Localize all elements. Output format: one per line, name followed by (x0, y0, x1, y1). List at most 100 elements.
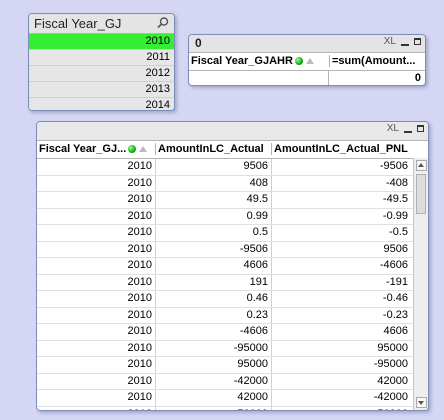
cell-amount-actual[interactable]: 9506 (155, 159, 271, 175)
cell-amount-actual-pnl[interactable]: -408 (271, 175, 411, 191)
table-row: 2010 -9506 9506 (37, 241, 428, 258)
table-row: 2010 95000 -95000 (37, 357, 428, 374)
table-row: 2010 4606 -4606 (37, 258, 428, 275)
listbox-caption[interactable]: Fiscal Year_GJ (29, 14, 174, 34)
cell-amount-actual[interactable]: 408 (155, 175, 271, 191)
cell-fiscal-year[interactable]: 2010 (37, 391, 155, 403)
cell-amount-actual-pnl[interactable]: -49.5 (271, 192, 411, 208)
listbox-item[interactable]: 2013 (29, 82, 174, 98)
cell-amount-actual-pnl[interactable]: 50000 (271, 406, 411, 410)
cell-amount-actual[interactable]: -50000 (155, 406, 271, 410)
sum-table-total-row: 0 (189, 71, 425, 85)
cell-fiscal-year[interactable]: 2010 (37, 259, 155, 271)
xl-export-button[interactable]: XL (384, 36, 396, 47)
cell-amount-actual-pnl[interactable]: 9506 (271, 241, 411, 257)
header-fiscal-year-gjahr[interactable]: Fiscal Year_GJAHR (191, 55, 326, 67)
cell-fiscal-year[interactable]: 2010 (37, 309, 155, 321)
cell-amount-actual-pnl[interactable]: -9506 (271, 159, 411, 175)
cell-fiscal-year[interactable]: 2010 (37, 292, 155, 304)
cell-amount-actual[interactable]: -9506 (155, 241, 271, 257)
cell-amount-actual[interactable]: 4606 (155, 258, 271, 274)
cell-fiscal-year[interactable]: 2010 (37, 177, 155, 189)
cell-amount-actual[interactable]: 0.5 (155, 225, 271, 241)
header-amount-actual[interactable]: AmountInLC_Actual (155, 143, 271, 155)
scroll-thumb[interactable] (416, 174, 426, 214)
sum-table-title: 0 (195, 36, 202, 50)
table-row: 2010-5000050000 (37, 406, 428, 411)
cell-amount-actual-pnl[interactable]: 42000 (271, 373, 411, 389)
cell-fiscal-year[interactable]: 2010 (37, 226, 155, 238)
table-row: 2010 0.5 -0.5 (37, 225, 428, 242)
cell-fiscal-year[interactable]: 2010 (37, 342, 155, 354)
cell-amount-actual[interactable]: 191 (155, 274, 271, 290)
cell-fiscal-year[interactable]: 2010 (37, 408, 155, 411)
sum-total-value: 0 (414, 72, 421, 84)
cell-fiscal-year[interactable]: 2010 (37, 358, 155, 370)
amount-table-header: Fiscal Year_GJ... AmountInLC_Actual Amou… (37, 141, 428, 159)
listbox-item[interactable]: 2010 (29, 34, 174, 50)
cell-amount-actual-pnl[interactable]: -95000 (271, 357, 411, 373)
table-row: 2010 0.99 -0.99 (37, 208, 428, 225)
table-row: 2010 0.23 -0.23 (37, 307, 428, 324)
minimize-icon[interactable] (404, 130, 412, 133)
xl-export-button[interactable]: XL (387, 123, 399, 134)
column-divider (328, 71, 329, 85)
cell-amount-actual-pnl[interactable]: -0.23 (271, 307, 411, 323)
cell-amount-actual[interactable]: 0.46 (155, 291, 271, 307)
table-row: 2010 -42000 42000 (37, 373, 428, 390)
scroll-down-icon[interactable] (416, 397, 427, 408)
cell-amount-actual-pnl[interactable]: -42000 (271, 390, 411, 406)
cell-amount-actual[interactable]: 95000 (155, 357, 271, 373)
header-sum-amount[interactable]: =sum(Amount... (329, 55, 425, 67)
minimize-icon[interactable] (401, 43, 409, 46)
listbox-title: Fiscal Year_GJ (34, 16, 122, 31)
maximize-icon[interactable] (414, 38, 421, 45)
header-amount-actual-pnl[interactable]: AmountInLC_Actual_PNL (271, 143, 411, 155)
table-row: 2010 408 -408 (37, 175, 428, 192)
search-dot-icon[interactable] (294, 57, 303, 66)
table-row: 2010 191 -191 (37, 274, 428, 291)
table-row: 2010 42000 -42000 (37, 390, 428, 407)
cell-amount-actual[interactable]: -42000 (155, 373, 271, 389)
cell-fiscal-year[interactable]: 2010 (37, 243, 155, 255)
sum-table-caption[interactable]: 0 XL (189, 35, 425, 53)
table-row: 2010 -4606 4606 (37, 324, 428, 341)
sum-table: 0 XL Fiscal Year_GJAHR =sum(Amount... 0 (188, 34, 426, 86)
cell-amount-actual[interactable]: 0.99 (155, 208, 271, 224)
table-row: 2010 -95000 95000 (37, 340, 428, 357)
listbox-item[interactable]: 2014 (29, 98, 174, 110)
scroll-up-icon[interactable] (416, 160, 427, 171)
sum-table-header: Fiscal Year_GJAHR =sum(Amount... (189, 53, 425, 71)
cell-amount-actual-pnl[interactable]: -4606 (271, 258, 411, 274)
cell-amount-actual[interactable]: 49.5 (155, 192, 271, 208)
cell-amount-actual-pnl[interactable]: -0.99 (271, 208, 411, 224)
cell-fiscal-year[interactable]: 2010 (37, 210, 155, 222)
vertical-scrollbar[interactable] (413, 158, 428, 410)
cell-fiscal-year[interactable]: 2010 (37, 276, 155, 288)
cell-amount-actual[interactable]: -95000 (155, 340, 271, 356)
cell-fiscal-year[interactable]: 2010 (37, 375, 155, 387)
listbox-item[interactable]: 2011 (29, 50, 174, 66)
cell-amount-actual-pnl[interactable]: -191 (271, 274, 411, 290)
cell-amount-actual-pnl[interactable]: -0.5 (271, 225, 411, 241)
amount-table: XL Fiscal Year_GJ... AmountInLC_Actual A… (36, 121, 429, 411)
cell-amount-actual-pnl[interactable]: 95000 (271, 340, 411, 356)
maximize-icon[interactable] (417, 125, 424, 132)
table-row: 2010 9506 -9506 (37, 159, 428, 176)
amount-table-caption[interactable]: XL (37, 122, 428, 141)
sort-icon[interactable] (305, 58, 314, 65)
cell-fiscal-year[interactable]: 2010 (37, 325, 155, 337)
search-dot-icon[interactable] (128, 145, 137, 154)
cell-amount-actual[interactable]: 0.23 (155, 307, 271, 323)
cell-fiscal-year[interactable]: 2010 (37, 193, 155, 205)
cell-amount-actual-pnl[interactable]: 4606 (271, 324, 411, 340)
cell-fiscal-year[interactable]: 2010 (37, 160, 155, 172)
search-icon[interactable] (156, 16, 170, 30)
header-fiscal-year[interactable]: Fiscal Year_GJ... (37, 143, 155, 155)
sort-icon[interactable] (139, 146, 148, 153)
cell-amount-actual[interactable]: -4606 (155, 324, 271, 340)
cell-amount-actual-pnl[interactable]: -0.46 (271, 291, 411, 307)
fiscal-year-listbox: Fiscal Year_GJ 2010 2011 2012 2013 2014 (28, 13, 175, 111)
cell-amount-actual[interactable]: 42000 (155, 390, 271, 406)
listbox-item[interactable]: 2012 (29, 66, 174, 82)
